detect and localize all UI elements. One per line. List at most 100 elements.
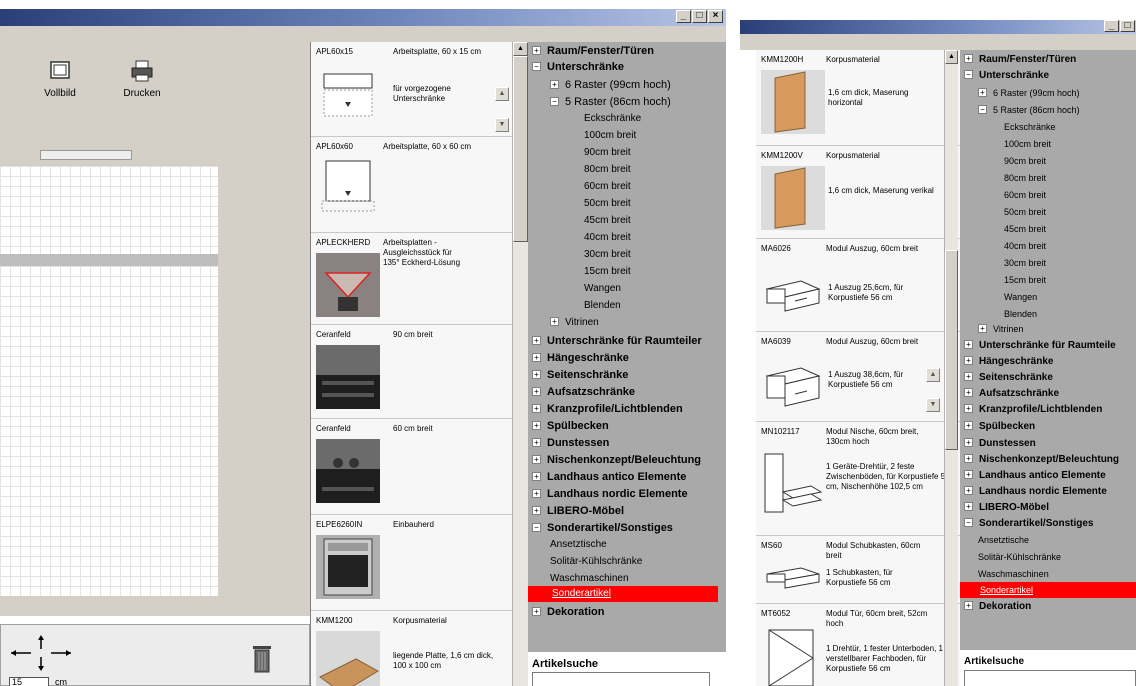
tree-node-sonder[interactable]: Ansetztische xyxy=(550,537,607,553)
search-input[interactable] xyxy=(964,670,1136,686)
catalog-item[interactable]: APL60x60 Arbeitsplatte, 60 x 60 cm xyxy=(311,137,512,233)
catalog-item[interactable]: APL60x15 Arbeitsplatte, 60 x 15 cm für v… xyxy=(311,42,512,137)
tree-node-raum[interactable]: + Raum/Fenster/Türen xyxy=(964,52,1076,68)
tree-node-category[interactable]: + Spülbecken xyxy=(532,418,609,434)
tree-node-size[interactable]: 80cm breit xyxy=(1004,170,1046,186)
tree-node-size[interactable]: 15cm breit xyxy=(584,264,631,280)
tree-node-sonder[interactable]: Solitär-Kühlschränke xyxy=(550,554,642,570)
tree-node-category[interactable]: − Sonderartikel/Sonstiges xyxy=(964,516,1093,532)
trash-icon[interactable] xyxy=(251,643,273,673)
tree-node-size[interactable]: 30cm breit xyxy=(584,247,631,263)
tree-node-size[interactable]: Blenden xyxy=(1004,306,1037,322)
tree-node-selected[interactable]: Sonderartikel xyxy=(528,586,718,602)
tree-node-category[interactable]: + Hängeschränke xyxy=(532,350,629,366)
scroll-up-button[interactable]: ▲ xyxy=(945,50,958,64)
tree-node-size[interactable]: Eckschränke xyxy=(584,111,641,127)
tree-node-category[interactable]: + Unterschränke für Raumteiler xyxy=(532,333,702,349)
tree-node-unterschraenke[interactable]: − Unterschränke xyxy=(532,59,624,75)
catalog-item[interactable]: MS60 Modul Schubkasten, 60cm breit 1 Sch… xyxy=(756,536,960,604)
tree-node-category[interactable]: + Hängeschränke xyxy=(964,354,1053,370)
tree-node-category[interactable]: − Sonderartikel/Sonstiges xyxy=(532,520,673,536)
catalog-item[interactable]: APLECKHERD Arbeitsplatten - Ausgleichsst… xyxy=(311,233,512,325)
catalog-item[interactable]: MT6052 Modul Tür, 60cm breit, 52cm hoch … xyxy=(756,604,960,686)
tree-node-size[interactable]: 50cm breit xyxy=(584,196,631,212)
tree-node-category[interactable]: + Nischenkonzept/Beleuchtung xyxy=(964,452,1119,468)
tree-node-category[interactable]: + Nischenkonzept/Beleuchtung xyxy=(532,452,701,468)
tree-node-size[interactable]: Eckschränke xyxy=(1004,119,1056,135)
floorplan-grid-upper[interactable] xyxy=(0,166,218,254)
tree-node-size[interactable]: 100cm breit xyxy=(1004,136,1051,152)
catalog-item[interactable]: Ceranfeld 60 cm breit xyxy=(311,419,512,515)
scroll-down-button[interactable]: ▼ xyxy=(495,118,509,132)
tree-node-category[interactable]: + Aufsatzschränke xyxy=(532,384,635,400)
tree-node-category[interactable]: + Seitenschränke xyxy=(964,370,1053,386)
tree-node-size[interactable]: 45cm breit xyxy=(584,213,631,229)
catalog-item[interactable]: KMM1200V Korpusmaterial 1,6 cm dick, Mas… xyxy=(756,146,960,239)
catalog-item[interactable]: Ceranfeld 90 cm breit xyxy=(311,325,512,419)
tree-node-category[interactable]: + Kranzprofile/Lichtblenden xyxy=(964,402,1102,418)
tree-node-size[interactable]: Wangen xyxy=(584,281,621,297)
tree-node-size[interactable]: 15cm breit xyxy=(1004,272,1046,288)
tree-node-size[interactable]: 100cm breit xyxy=(584,128,636,144)
minimize-button[interactable]: _ xyxy=(676,10,691,23)
tree-node-sonder[interactable]: Ansetztische xyxy=(978,532,1029,548)
tree-node-size[interactable]: 90cm breit xyxy=(1004,153,1046,169)
tree-node-category[interactable]: + Landhaus nordic Elemente xyxy=(964,484,1107,500)
tree-node-size[interactable]: 60cm breit xyxy=(1004,187,1046,203)
fullscreen-button[interactable]: Vollbild xyxy=(30,60,90,99)
tree-node-category[interactable]: + LIBERO-Möbel xyxy=(532,503,624,519)
maximize-button[interactable]: □ xyxy=(1120,20,1135,32)
tree-node-selected[interactable]: Sonderartikel xyxy=(960,582,1136,598)
tree-node-vitrinen[interactable]: + Vitrinen xyxy=(978,321,1023,337)
tree-node-size[interactable]: 90cm breit xyxy=(584,145,631,161)
tree-node-sonder[interactable]: Waschmaschinen xyxy=(978,566,1049,582)
scrollbar-thumb[interactable] xyxy=(945,250,958,450)
floorplan-grid-lower[interactable] xyxy=(0,266,218,596)
catalog-item[interactable]: MN102117 Modul Nische, 60cm breit, 130cm… xyxy=(756,422,960,536)
close-button[interactable]: × xyxy=(708,10,723,23)
tree-node-raster5[interactable]: −5 Raster (86cm hoch) xyxy=(978,102,1080,118)
tree-node-size[interactable]: 40cm breit xyxy=(584,230,631,246)
tree-node-size[interactable]: 45cm breit xyxy=(1004,221,1046,237)
tree-node-raster6[interactable]: +6 Raster (99cm hoch) xyxy=(550,77,671,93)
tree-node-category[interactable]: + Landhaus antico Elemente xyxy=(532,469,686,485)
catalog-scrollbar[interactable]: ▲ xyxy=(512,42,528,686)
scroll-up-button[interactable]: ▲ xyxy=(513,42,528,56)
tree-node-category[interactable]: + Unterschränke für Raumteile xyxy=(964,338,1116,354)
tree-node-category[interactable]: + Dunstessen xyxy=(964,436,1036,452)
catalog-item[interactable]: ELPE6260IN Einbauherd xyxy=(311,515,512,611)
scroll-down-button[interactable]: ▼ xyxy=(926,398,940,412)
tree-node-sonder[interactable]: Waschmaschinen xyxy=(550,571,629,587)
tree-node-sonder[interactable]: Solitär-Kühlschränke xyxy=(978,549,1061,565)
floorplan-area[interactable] xyxy=(0,116,310,616)
catalog-item[interactable]: KMM1200 Korpusmaterial liegende Platte, … xyxy=(311,611,512,686)
tree-node-category[interactable]: + Dunstessen xyxy=(532,435,609,451)
tree-node-size[interactable]: 80cm breit xyxy=(584,162,631,178)
tree-node-raum[interactable]: + Raum/Fenster/Türen xyxy=(532,43,654,59)
tree-node-size[interactable]: Wangen xyxy=(1004,289,1037,305)
tree-node-raster6[interactable]: +6 Raster (99cm hoch) xyxy=(978,85,1080,101)
floorplan-wall-element[interactable] xyxy=(40,150,132,160)
tree-node-category[interactable]: + Landhaus antico Elemente xyxy=(964,468,1106,484)
tree-node-category[interactable]: + LIBERO-Möbel xyxy=(964,500,1049,516)
scrollbar-thumb[interactable] xyxy=(513,56,528,242)
search-input[interactable] xyxy=(532,672,710,686)
minimize-button[interactable]: _ xyxy=(1104,20,1119,32)
move-arrows-icon[interactable] xyxy=(9,633,73,673)
catalog-item[interactable]: MA6026 Modul Auszug, 60cm breit 1 Auszug… xyxy=(756,239,960,332)
tree-node-size[interactable]: 60cm breit xyxy=(584,179,631,195)
catalog-scrollbar[interactable]: ▲ xyxy=(944,50,958,686)
print-button[interactable]: Drucken xyxy=(112,60,172,99)
scroll-up-button[interactable]: ▲ xyxy=(495,87,509,101)
tree-node-category[interactable]: + Kranzprofile/Lichtblenden xyxy=(532,401,683,417)
scroll-up-button[interactable]: ▲ xyxy=(926,368,940,382)
tree-node-vitrinen[interactable]: + Vitrinen xyxy=(550,315,599,331)
tree-node-raster5[interactable]: −5 Raster (86cm hoch) xyxy=(550,94,671,110)
catalog-item[interactable]: KMM1200H Korpusmaterial 1,6 cm dick, Mas… xyxy=(756,50,960,146)
tree-node-category[interactable]: + Landhaus nordic Elemente xyxy=(532,486,688,502)
step-size-select[interactable]: 15 xyxy=(9,677,49,686)
tree-node-unterschraenke[interactable]: − Unterschränke xyxy=(964,68,1049,84)
tree-node-dekoration[interactable]: + Dekoration xyxy=(532,604,604,620)
maximize-button[interactable]: □ xyxy=(692,10,707,23)
tree-node-category[interactable]: + Aufsatzschränke xyxy=(964,386,1059,402)
